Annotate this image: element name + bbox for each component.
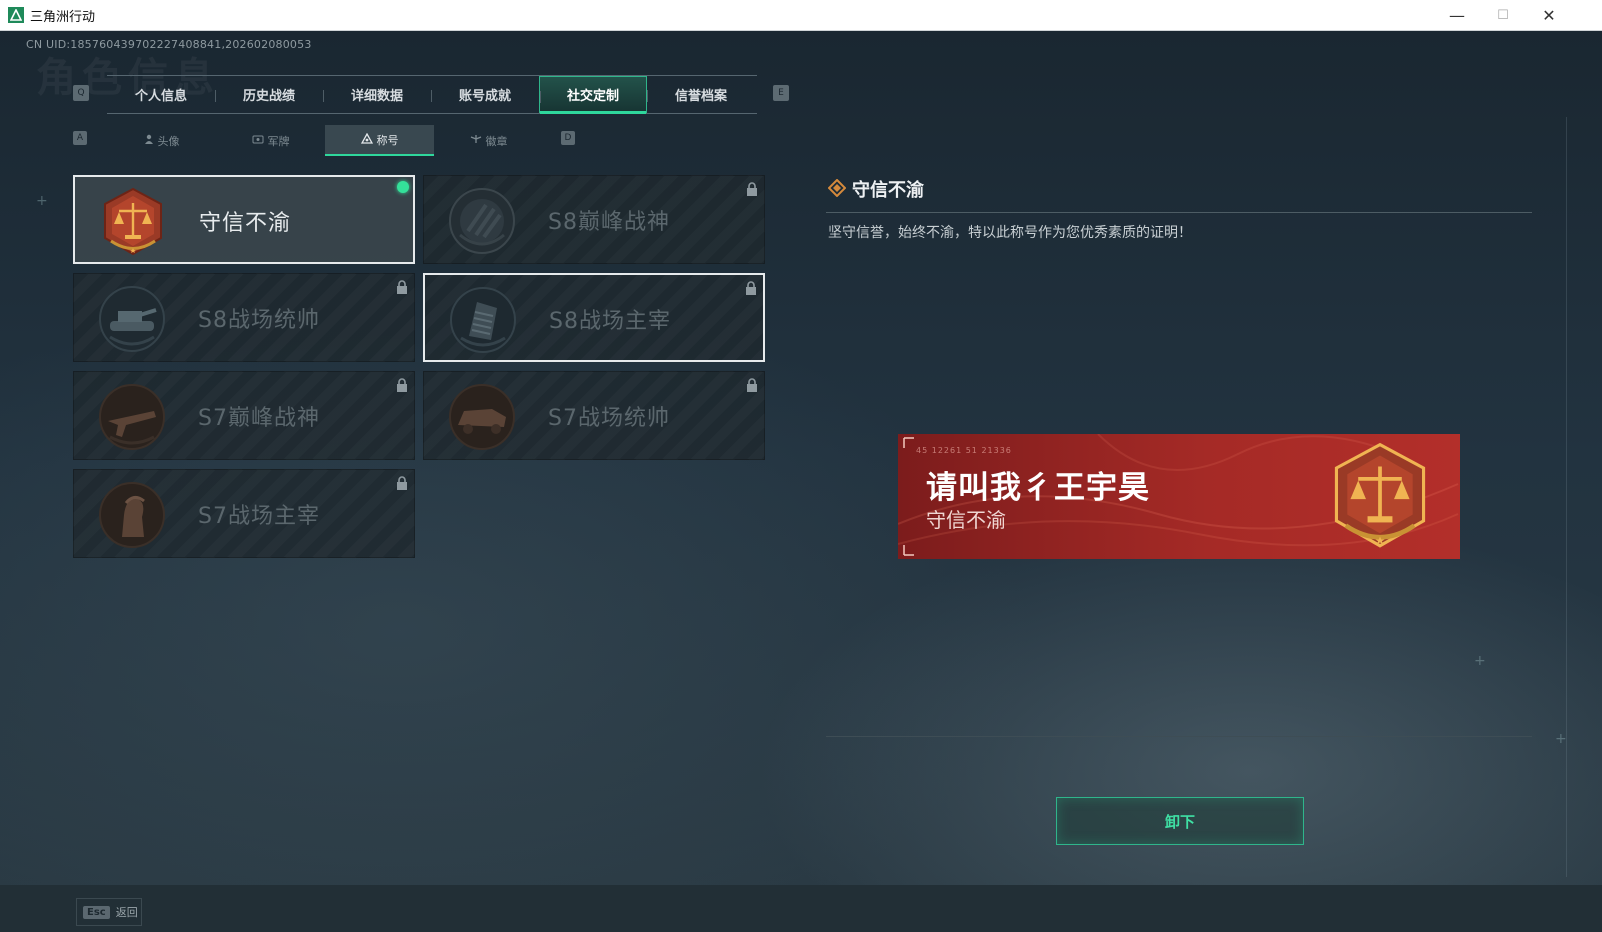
lock-icon: [747, 182, 757, 196]
title-card[interactable]: S8巅峰战神: [423, 175, 765, 264]
tank-medal-icon: [96, 283, 168, 355]
title-name: S7战场主宰: [198, 504, 320, 529]
tab-social-customization[interactable]: 社交定制: [539, 76, 647, 114]
tab-achievements[interactable]: 账号成就: [431, 76, 539, 113]
lock-icon: [746, 281, 756, 295]
key-d-hint: D: [561, 131, 575, 145]
title-card[interactable]: S7战场统帅: [423, 371, 765, 460]
person-icon: [144, 134, 154, 147]
building-medal-icon: [447, 284, 519, 356]
subtab-emblem[interactable]: 徽章: [434, 125, 543, 156]
detail-divider: [826, 212, 1532, 213]
window-titlebar: 三角洲行动 — ☐ ✕: [0, 0, 1602, 31]
crosshair-mark: +: [1555, 731, 1567, 747]
scales-medal-icon: [97, 186, 169, 258]
back-label: 返回: [115, 906, 138, 919]
title-card[interactable]: S7战场主宰: [73, 469, 415, 558]
esc-key-hint: Esc: [83, 905, 110, 919]
back-button[interactable]: Esc 返回: [76, 898, 142, 926]
title-name: S8战场主宰: [549, 309, 671, 334]
subtab-emblem-label: 徽章: [485, 134, 508, 148]
tab-match-history[interactable]: 历史战绩: [215, 76, 323, 113]
detail-title: 守信不渝: [852, 180, 924, 201]
detail-description: 坚守信誉，始终不渝，特以此称号作为您优秀素质的证明！: [828, 225, 1192, 241]
title-card[interactable]: S8战场统帅: [73, 273, 415, 362]
main-scene: 角色信息 CN UID:185760439702227408841,202602…: [0, 31, 1602, 885]
top-tab-bar: 个人信息 历史战绩 详细数据 账号成就 社交定制 信誉档案: [107, 75, 757, 114]
nameplate-preview: 45 12261 51 21336 请叫我彳王宇昊 守信不渝: [898, 434, 1460, 559]
key-a-hint: A: [73, 131, 87, 145]
key-e-hint: E: [773, 85, 789, 101]
tab-personal-info[interactable]: 个人信息: [107, 76, 215, 113]
lock-icon: [397, 476, 407, 490]
title-diamond-icon: [828, 179, 846, 197]
minimize-button[interactable]: —: [1434, 0, 1480, 31]
player-name: 请叫我彳王宇昊: [926, 470, 1150, 506]
title-name: 守信不渝: [199, 211, 292, 236]
equipped-indicator: [397, 181, 409, 193]
emblem-icon: [470, 134, 482, 147]
plate-coordinates: 45 12261 51 21336: [916, 446, 1012, 455]
scales-medal-icon: [1334, 442, 1426, 548]
maximize-button[interactable]: ☐: [1480, 0, 1526, 31]
title-name: S7战场统帅: [548, 406, 670, 431]
title-name: S8巅峰战神: [548, 210, 670, 235]
tab-credit-record[interactable]: 信誉档案: [647, 76, 755, 113]
rifle-medal-icon: [96, 381, 168, 453]
uid-label: CN UID:185760439702227408841,20260208005…: [26, 38, 312, 51]
footer-bar: Esc 返回: [0, 885, 1602, 932]
title-card[interactable]: S7巅峰战神: [73, 371, 415, 460]
vehicle-medal-icon: [446, 381, 518, 453]
key-q-hint: Q: [73, 85, 89, 101]
plate-title: 守信不渝: [926, 508, 1006, 532]
stripes-medal-icon: [446, 185, 518, 257]
app-logo-icon: [8, 7, 24, 23]
side-divider: [1566, 117, 1567, 877]
subtab-dogtag-label: 军牌: [267, 134, 290, 148]
subtab-avatar[interactable]: 头像: [107, 125, 216, 156]
lock-icon: [747, 378, 757, 392]
subtab-avatar-label: 头像: [157, 134, 180, 148]
tab-detailed-stats[interactable]: 详细数据: [323, 76, 431, 113]
lock-icon: [397, 378, 407, 392]
subtab-title-label: 称号: [376, 133, 399, 147]
subtab-dogtag[interactable]: 军牌: [216, 125, 325, 156]
crosshair-mark: +: [36, 193, 48, 209]
unequip-button[interactable]: 卸下: [1056, 797, 1304, 845]
title-card[interactable]: 守信不渝: [73, 175, 415, 264]
lock-icon: [397, 280, 407, 294]
badge-triangle-icon: [360, 132, 373, 147]
window-title: 三角洲行动: [30, 9, 96, 25]
subtab-title[interactable]: 称号: [325, 125, 434, 156]
dogtag-icon: [252, 134, 264, 147]
title-name: S7巅峰战神: [198, 406, 320, 431]
close-button[interactable]: ✕: [1526, 0, 1572, 31]
title-card[interactable]: S8战场主宰: [423, 273, 765, 362]
title-name: S8战场统帅: [198, 308, 320, 333]
sub-tab-bar: 头像 军牌 称号 徽章: [107, 125, 543, 156]
soldier-medal-icon: [96, 479, 168, 551]
